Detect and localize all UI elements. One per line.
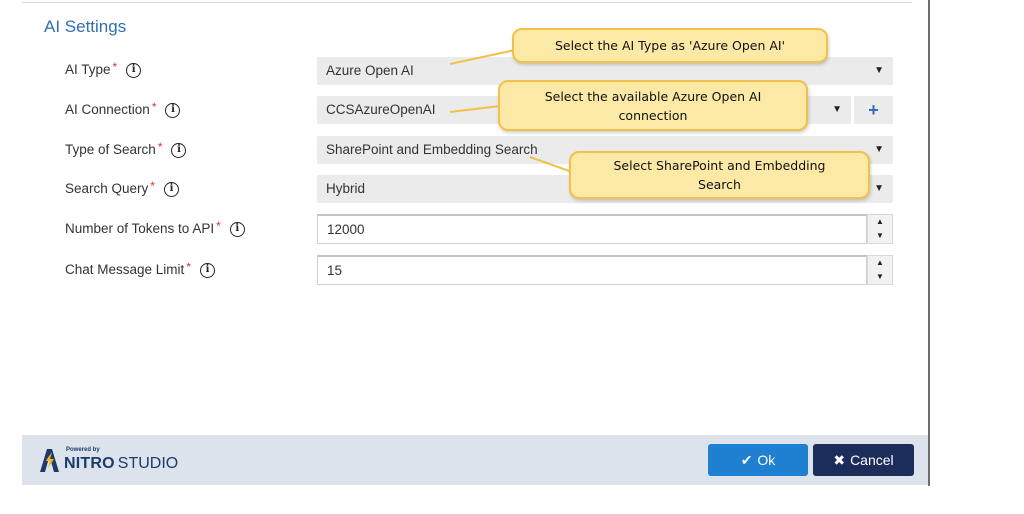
cancel-button-label: Cancel xyxy=(850,452,894,468)
check-icon: ✔ xyxy=(740,451,753,468)
logo-tagline: Powered by xyxy=(66,447,100,453)
callout-pointer-2 xyxy=(449,105,501,113)
callout-type-of-search: Select SharePoint and Embedding Search xyxy=(569,151,870,199)
callout-pointer-3 xyxy=(529,156,573,173)
logo-suffix: STUDIO xyxy=(117,455,179,472)
callout-ai-type: Select the AI Type as 'Azure Open AI' xyxy=(512,28,828,63)
cancel-button[interactable]: ✖ Cancel xyxy=(813,444,914,476)
callout-pointer-1 xyxy=(449,49,516,65)
logo-name: NITRO xyxy=(64,455,115,472)
ok-button-label: Ok xyxy=(757,452,776,468)
dialog-footer: Powered by NITRO STUDIO ✔ Ok ✖ Cancel xyxy=(22,435,928,485)
nitro-logo-icon xyxy=(40,449,59,472)
ok-button[interactable]: ✔ Ok xyxy=(708,444,808,476)
nitro-studio-logo: Powered by NITRO STUDIO xyxy=(38,447,178,473)
callout-ai-connection: Select the available Azure Open AI conne… xyxy=(498,80,808,131)
close-icon: ✖ xyxy=(833,451,846,468)
